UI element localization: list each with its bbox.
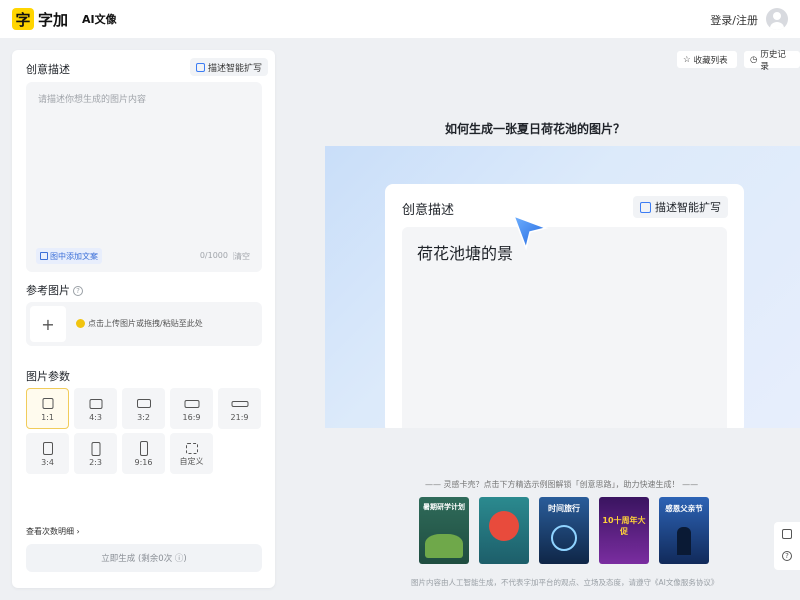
left-panel: 创意描述 描述智能扩写 请描述你想生成的图片内容 图中添加文案 0/1000 |… (12, 50, 275, 588)
top-bar: 字 字加 AI文像 登录/注册 (0, 0, 800, 38)
upload-hint-text: 点击上传图片或拖拽/粘贴至此处 (88, 319, 203, 328)
demo-illustration: 创意描述 描述智能扩写 荷花池塘的景 (325, 146, 800, 428)
favorites-button[interactable]: ☆ 收藏列表 (677, 51, 737, 68)
sparkle-edit-icon (196, 62, 205, 72)
nav-ai-image[interactable]: AI文像 (82, 11, 117, 27)
favorites-label: 收藏列表 (693, 55, 728, 66)
example-scene (489, 511, 519, 541)
sparkle-edit-icon (640, 201, 651, 213)
ratio-landscape-icon (89, 399, 102, 409)
ratio-1-1[interactable]: 1:1 (26, 388, 69, 429)
ratio-9-16[interactable]: 9:16 (122, 433, 165, 474)
login-link[interactable]: 登录/注册 (710, 12, 758, 28)
inspiration-text: —— 灵感卡壳？点击下方精选示例图解锁「创意思路」，助力快速生成！ —— (425, 480, 699, 489)
cursor-arrow-icon (512, 214, 549, 251)
ratio-label: 1:1 (41, 413, 54, 422)
expand-label: 描述智能扩写 (208, 63, 263, 74)
page-title: 如何生成一张夏日荷花池的图片？ (445, 122, 626, 136)
image-text-icon (40, 252, 48, 260)
ratio-portrait-icon (91, 442, 100, 456)
footer-disclaimer: 图片内容由人工智能生成，不代表字加平台的观点、立场及态度，请遵守《AI文像服务协… (411, 578, 719, 587)
example-thumb[interactable]: 时间旅行 (539, 497, 589, 564)
demo-typed-text: 荷花池塘的景 (417, 244, 514, 263)
expand-button[interactable]: 描述智能扩写 (190, 58, 269, 76)
book-icon[interactable] (782, 529, 792, 539)
avatar[interactable] (766, 8, 788, 30)
demo-card: 创意描述 描述智能扩写 荷花池塘的景 (385, 184, 744, 428)
clock-icon: ◷ (750, 54, 758, 65)
upload-plus-icon[interactable]: + (30, 306, 66, 342)
ratio-2-3[interactable]: 2:3 (74, 433, 117, 474)
ratio-16-9[interactable]: 16:9 (170, 388, 213, 429)
help-icon[interactable]: ? (73, 286, 83, 296)
example-caption: 感恩父亲节 (665, 504, 703, 513)
example-thumb[interactable]: 暑期研学计划 (419, 497, 469, 564)
ratio-21-9[interactable]: 21:9 (218, 388, 261, 429)
ratio-wide-icon (184, 400, 199, 408)
upload-hint: 点击上传图片或拖拽/粘贴至此处 (76, 318, 203, 329)
example-thumb[interactable] (479, 497, 529, 564)
logo[interactable]: 字 字加 (12, 8, 68, 30)
generate-button[interactable]: 立即生成 (剩余0次 ⓘ) (26, 544, 262, 572)
creative-placeholder: 请描述你想生成的图片内容 (38, 95, 147, 105)
logo-mark: 字 (12, 8, 34, 30)
example-caption: 10十周年大促 (602, 516, 646, 536)
ratio-custom[interactable]: 自定义 (170, 433, 213, 474)
usage-detail-link[interactable]: 查看次数明细 › (26, 526, 80, 537)
ratio-label: 21:9 (230, 413, 249, 422)
demo-textarea: 荷花池塘的景 (402, 227, 727, 428)
ratio-label: 自定义 (179, 457, 204, 466)
ratio-3-2[interactable]: 3:2 (122, 388, 165, 429)
reference-title: 参考图片 (26, 284, 70, 297)
ratio-4-3[interactable]: 4:3 (74, 388, 117, 429)
ratio-3-4[interactable]: 3:4 (26, 433, 69, 474)
example-scene (551, 525, 577, 551)
reference-section-title: 参考图片? (26, 282, 83, 298)
upload-dropzone[interactable]: + 点击上传图片或拖拽/粘贴至此处 (26, 302, 262, 346)
ratio-custom-icon (185, 443, 198, 454)
ratio-label: 3:2 (137, 413, 150, 422)
ratio-label: 9:16 (134, 458, 153, 467)
logo-text: 字加 (38, 10, 69, 29)
example-scene (425, 534, 463, 558)
star-icon: ☆ (683, 54, 691, 65)
creative-input[interactable]: 请描述你想生成的图片内容 图中添加文案 0/1000 | 清空 (26, 82, 262, 272)
history-label: 历史记录 (760, 49, 786, 72)
ratio-ultrawide-icon (231, 401, 248, 407)
example-thumb[interactable]: 10十周年大促 (599, 497, 649, 564)
demo-expand-button: 描述智能扩写 (633, 196, 728, 218)
ratio-label: 16:9 (182, 413, 201, 422)
help-circle-icon[interactable]: ? (782, 551, 792, 561)
ratio-tall-icon (139, 441, 148, 456)
params-title: 图片参数 (26, 370, 70, 383)
image-icon (76, 319, 85, 328)
example-scene (677, 527, 691, 555)
char-counter: 0/1000 (199, 251, 228, 260)
demo-card-title: 创意描述 (402, 203, 455, 218)
add-text-button[interactable]: 图中添加文案 (36, 248, 102, 264)
side-tools: ? (774, 522, 800, 570)
ratio-label: 3:4 (41, 458, 54, 467)
example-caption: 时间旅行 (548, 504, 580, 513)
example-thumb[interactable]: 感恩父亲节 (659, 497, 709, 564)
demo-expand-label: 描述智能扩写 (655, 201, 721, 214)
creative-title: 创意描述 (26, 63, 70, 76)
history-button[interactable]: ◷ 历史记录 (744, 50, 800, 72)
ratio-portrait-icon (42, 442, 53, 455)
ratio-label: 4:3 (89, 413, 102, 422)
add-text-label: 图中添加文案 (50, 251, 98, 261)
ratio-landscape-icon (136, 399, 151, 408)
ratio-label: 2:3 (89, 458, 102, 467)
example-caption: 暑期研学计划 (423, 503, 465, 511)
clear-button[interactable]: 清空 (234, 251, 250, 262)
ratio-square-icon (42, 398, 53, 409)
